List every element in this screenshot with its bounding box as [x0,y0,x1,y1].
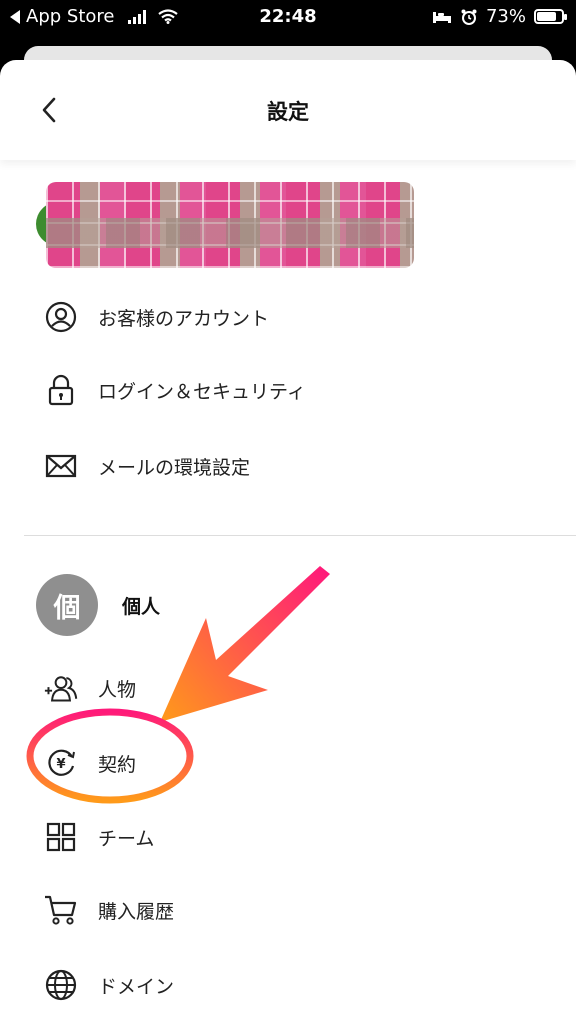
cart-icon [44,893,78,927]
profile-card[interactable] [36,182,416,270]
section-avatar: 個 [36,574,98,636]
menu-item-label: 契約 [98,753,137,776]
yen-renew-icon: ¥ [44,746,78,780]
status-bar: App Store 22:48 73% [0,0,576,36]
menu-item-label: チーム [98,827,155,850]
menu-item-team[interactable]: チーム [44,820,154,854]
menu-item-account[interactable]: お客様のアカウント [44,300,269,334]
menu-item-label: ログイン＆セキュリティ [98,380,306,403]
settings-sheet: 設定 お客様のアカウント ログイン＆セキュリティ メールの環境設定 個 個人 人… [0,60,576,1024]
settings-header: 設定 [0,60,576,160]
menu-item-label: 購入履歴 [98,900,175,923]
lock-icon [44,373,78,407]
menu-item-email-preferences[interactable]: メールの環境設定 [44,449,250,483]
user-circle-icon [44,300,78,334]
menu-item-login-security[interactable]: ログイン＆セキュリティ [44,373,306,407]
menu-item-label: 人物 [98,678,137,701]
svg-text:¥: ¥ [56,757,65,772]
envelope-icon [44,449,78,483]
alarm-icon [461,9,477,25]
menu-item-label: メールの環境設定 [98,456,251,479]
redacted-profile-band [46,218,414,248]
menu-item-domain[interactable]: ドメイン [44,968,174,1002]
section-divider [24,535,576,536]
page-title: 設定 [267,100,309,124]
grid-icon [44,820,78,854]
battery-icon [534,9,567,24]
bed-icon [432,11,451,23]
menu-item-label: お客様のアカウント [98,307,270,330]
battery-percent: 73% [485,6,526,27]
menu-item-contract[interactable]: ¥ 契約 [44,746,136,780]
menu-item-purchase-history[interactable]: 購入履歴 [44,893,174,927]
globe-icon [44,968,78,1002]
section-title: 個人 [122,595,161,618]
section-personal-header: 個 個人 [36,574,160,636]
menu-item-people[interactable]: 人物 [44,671,136,705]
add-person-icon [44,671,78,705]
menu-item-label: ドメイン [98,975,175,998]
